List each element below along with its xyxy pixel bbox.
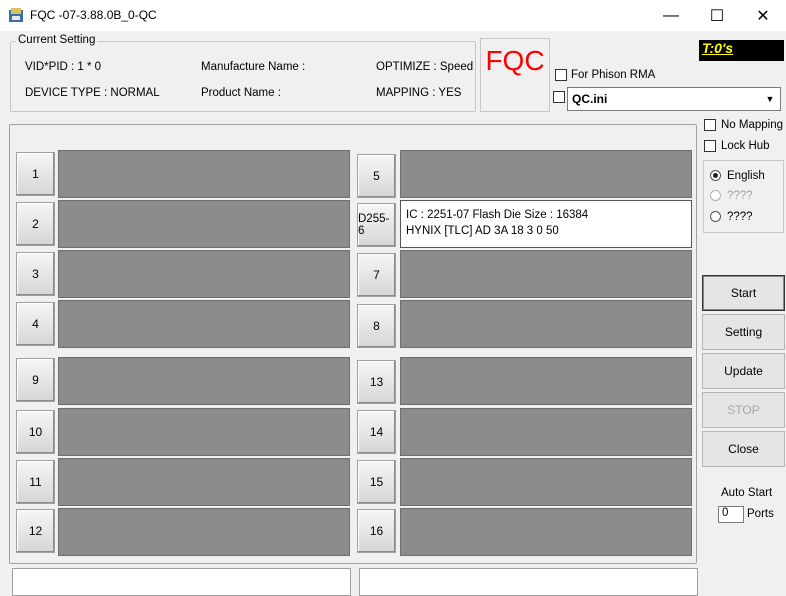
port-11-button[interactable]: 11 [16,460,55,504]
for-phison-rma-checkbox[interactable] [555,69,567,81]
product-name-label: Product Name : [201,87,281,99]
port-10-slot [58,408,350,456]
port-4-slot [58,300,350,348]
port-13-slot [400,357,692,405]
maximize-icon: ☐ [709,7,725,25]
ini-file-select[interactable]: QC.ini ▼ [567,87,781,111]
lock-hub-checkbox[interactable] [704,140,716,152]
window-title: FQC -07-3.88.0B_0-QC [30,8,157,22]
port-8-slot [400,300,692,348]
port-9-slot [58,357,350,405]
no-mapping-checkbox[interactable] [704,119,716,131]
status-box-left [12,568,351,596]
port-3-slot [58,250,350,298]
port-13-button[interactable]: 13 [357,360,396,404]
title-bar: FQC -07-3.88.0B_0-QC — ☐ ✕ [0,0,786,31]
port-1-button[interactable]: 1 [16,152,55,196]
minimize-icon: — [663,6,679,24]
port-14-button[interactable]: 14 [357,410,396,454]
port-16-slot [400,508,692,556]
fqc-logo: FQC [485,45,545,76]
current-setting-legend: Current Setting [16,34,98,46]
language2-radio[interactable] [710,190,721,201]
ini-file-value: QC.ini [572,92,608,106]
chevron-down-icon[interactable]: ▼ [761,89,779,109]
for-phison-rma-label: For Phison RMA [571,69,656,81]
close-icon: ✕ [756,7,770,25]
port-15-slot [400,458,692,506]
port-12-button[interactable]: 12 [16,509,55,553]
device-type-label: DEVICE TYPE : NORMAL [25,87,160,99]
auto-start-label: Auto Start [721,487,773,499]
optimize-label: OPTIMIZE : Speed [376,61,474,73]
current-setting-group [10,41,476,112]
ini-file-checkbox[interactable] [553,91,565,103]
vid-pid-label: VID*PID : 1 * 0 [25,61,102,73]
port-6-button[interactable]: D255-6 [357,203,396,247]
setting-button[interactable]: Setting [702,314,785,350]
manufacture-name-label: Manufacture Name : [201,61,306,73]
minimize-button[interactable]: — [648,0,694,31]
ports-label: Ports [747,508,774,520]
english-label: English [727,170,765,182]
auto-start-ports-input[interactable]: 0 [718,506,744,523]
status-box-right [359,568,698,596]
english-radio[interactable] [710,170,721,181]
no-mapping-label: No Mapping [721,119,784,131]
update-button[interactable]: Update [702,353,785,389]
port-6-info-line2: HYNIX [TLC] AD 3A 18 3 0 50 [406,225,559,237]
language2-label: ???? [727,190,753,202]
language3-label: ???? [727,211,753,223]
lock-hub-label: Lock Hub [721,140,770,152]
app-icon [9,8,23,22]
port-6-slot: IC : 2251-07 Flash Die Size : 16384 HYNI… [400,200,692,248]
port-8-button[interactable]: 8 [357,304,396,348]
port-11-slot [58,458,350,506]
port-2-slot [58,200,350,248]
fqc-logo-box: FQC [480,38,550,112]
port-14-slot [400,408,692,456]
port-5-button[interactable]: 5 [357,154,396,198]
port-1-slot [58,150,350,198]
timer-display: T:0's [699,40,784,61]
port-2-button[interactable]: 2 [16,202,55,246]
port-7-button[interactable]: 7 [357,253,396,297]
port-10-button[interactable]: 10 [16,410,55,454]
start-button[interactable]: Start [702,275,785,311]
close-window-button[interactable]: ✕ [740,0,786,31]
port-7-slot [400,250,692,298]
stop-button[interactable]: STOP [702,392,785,428]
maximize-button[interactable]: ☐ [694,0,740,31]
close-button[interactable]: Close [702,431,785,467]
port-3-button[interactable]: 3 [16,252,55,296]
mapping-label: MAPPING : YES [376,87,462,99]
port-9-button[interactable]: 9 [16,358,55,402]
port-15-button[interactable]: 15 [357,460,396,504]
port-12-slot [58,508,350,556]
port-16-button[interactable]: 16 [357,509,396,553]
language3-radio[interactable] [710,211,721,222]
port-5-slot [400,150,692,198]
port-4-button[interactable]: 4 [16,302,55,346]
port-6-info-line1: IC : 2251-07 Flash Die Size : 16384 [406,209,589,221]
